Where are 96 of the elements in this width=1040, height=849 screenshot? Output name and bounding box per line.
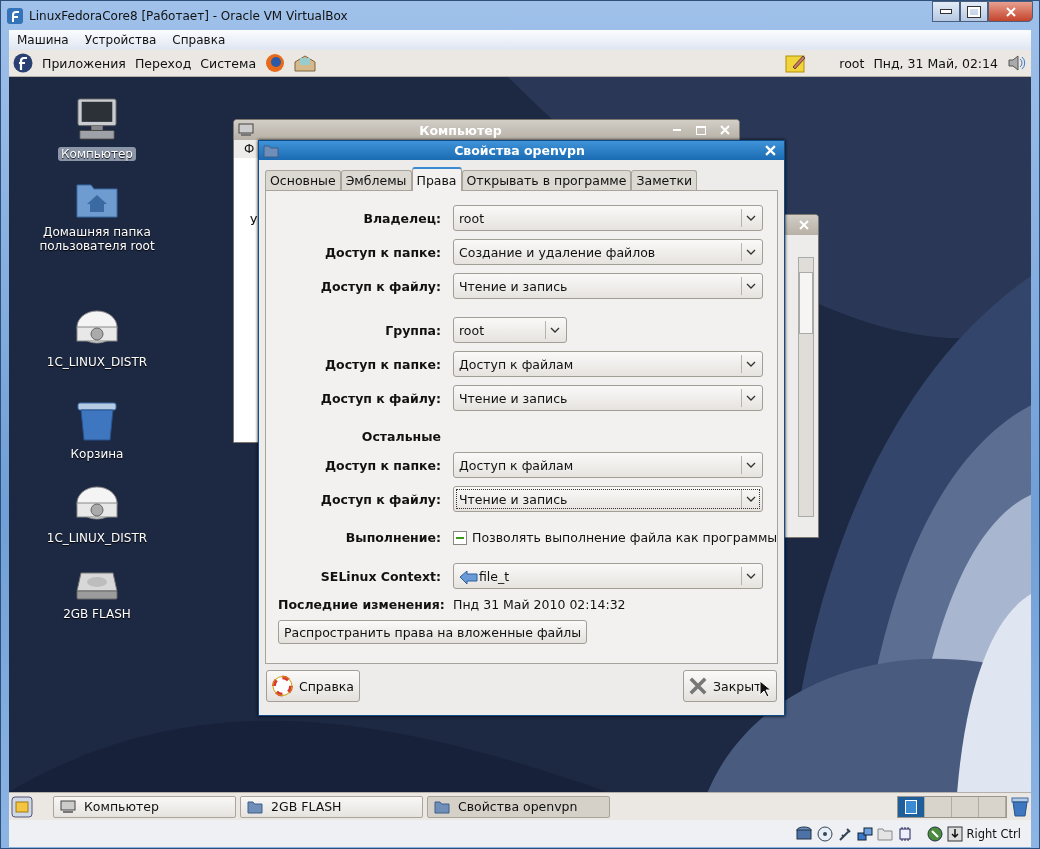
close-button[interactable] (988, 1, 1033, 22)
chip-icon (896, 825, 913, 842)
tab[interactable]: Права (411, 167, 462, 191)
home-folder-icon (75, 181, 119, 219)
tab[interactable]: Открывать в программе (461, 170, 632, 190)
chevron-down-icon (746, 215, 756, 221)
close-icon (720, 125, 730, 135)
dropdown[interactable]: root (453, 317, 567, 343)
network-icon (856, 825, 873, 842)
desktop-icon-label[interactable]: 1C_LINUX_DISTR (43, 355, 151, 369)
panel-menu[interactable]: Система (200, 55, 257, 71)
host-key-icon (946, 825, 963, 842)
menu-item[interactable]: Устройства (84, 33, 157, 47)
minimize-button[interactable] (932, 1, 960, 22)
close-icon (799, 220, 809, 230)
chevron-down-icon (550, 327, 560, 333)
tab[interactable]: Заметки (631, 170, 698, 190)
speaker-icon (1007, 53, 1027, 73)
panel-menu[interactable]: Приложения (42, 55, 126, 71)
folder-icon (247, 798, 263, 815)
field-label: Владелец: (362, 210, 441, 226)
note-icon (785, 52, 808, 74)
folder-icon (263, 142, 279, 159)
checkbox-label[interactable]: Позволять выполнение файла как программы (472, 530, 778, 545)
hard-disk-icon (794, 825, 813, 842)
field-label: Доступ к файлу: (319, 278, 441, 294)
user-name[interactable]: root (839, 55, 865, 71)
chevron-down-icon (746, 395, 756, 401)
desktop-icon-label[interactable]: Корзина (67, 447, 127, 461)
section-heading: Остальные (360, 429, 441, 444)
taskbar-button[interactable]: Свойства openvpn (427, 795, 610, 818)
chevron-down-icon (746, 462, 756, 468)
tab[interactable]: Основные (265, 170, 341, 190)
dropdown[interactable]: Создание и удаление файлов (453, 239, 763, 265)
close-icon (1005, 6, 1016, 17)
dialog-title: Свойства openvpn (453, 143, 586, 158)
disk-drive-icon (75, 569, 119, 601)
dropdown[interactable]: Доступ к файлам (453, 452, 763, 478)
chevron-down-icon (746, 283, 756, 289)
chevron-down-icon (746, 573, 756, 579)
workspace[interactable] (898, 796, 925, 817)
window-title: LinuxFedoraCore8 [Работает] - Oracle VM VirtualBox (29, 8, 348, 23)
taskbar-button[interactable]: Компьютер (53, 795, 236, 818)
close-icon (764, 145, 776, 156)
computer-icon (60, 799, 76, 814)
trash-icon (1011, 796, 1029, 817)
shared-folder-icon (876, 826, 893, 841)
menu-item[interactable]: Справка (172, 33, 226, 47)
chevron-down-icon (746, 361, 756, 367)
dropdown[interactable]: Чтение и запись (453, 385, 763, 411)
field-label: Доступ к файлу: (319, 491, 441, 507)
menu-item[interactable]: Ф (244, 142, 255, 156)
panel-menu[interactable]: Переход (134, 55, 192, 71)
mouse-pointer-icon (759, 680, 771, 698)
modified-date: Пнд 31 Май 2010 02:14:32 (453, 597, 627, 612)
folder-icon (434, 798, 450, 815)
chevron-down-icon (746, 496, 756, 502)
close-button[interactable]: Закрыт (683, 670, 777, 702)
lifebuoy-icon (272, 675, 293, 697)
checkbox[interactable] (453, 530, 467, 545)
field-label: Доступ к файлу: (319, 390, 441, 406)
mail-icon (294, 54, 317, 72)
computer-icon (238, 123, 254, 137)
trash-icon (75, 401, 119, 441)
window-text: У (250, 214, 258, 228)
field-label: Доступ к папке: (324, 457, 441, 473)
dropdown[interactable]: Доступ к файлам (453, 351, 763, 377)
scrollbar[interactable] (798, 257, 814, 517)
window-title: Компьютер (418, 122, 503, 138)
field-label: Выполнение: (344, 530, 441, 545)
desktop-icon-label[interactable]: Домашняя папка пользователя root (29, 225, 165, 253)
show-desktop-icon (11, 795, 33, 818)
clock[interactable]: Пнд, 31 Май, 02:14 (873, 55, 998, 71)
dropdown[interactable]: Чтение и запись (453, 486, 763, 512)
host-key-label: Right Ctrl (966, 826, 1021, 841)
chevron-down-icon (746, 249, 756, 255)
cd-icon (816, 825, 833, 842)
field-label: Доступ к папке: (324, 244, 441, 260)
fedora-logo-icon (13, 53, 33, 73)
dropdown[interactable]: Чтение и запись (453, 273, 763, 299)
menu-item[interactable]: Машина (17, 33, 69, 47)
desktop-icon-label[interactable]: 1C_LINUX_DISTR (43, 531, 151, 545)
apply-recursive-button[interactable]: Распространить права на вложенные файлы (278, 620, 588, 644)
close-icon (689, 677, 707, 695)
globe-icon (265, 53, 286, 73)
field-label: Доступ к папке: (324, 356, 441, 372)
app-icon (7, 7, 23, 24)
maximize-button[interactable] (960, 1, 988, 22)
field-label: SELinux Context: (319, 568, 441, 584)
help-button[interactable]: Справка (266, 670, 360, 702)
dropdown[interactable]: root (453, 205, 763, 231)
taskbar-button[interactable]: 2GB FLASH (240, 795, 423, 818)
field-label: Группа: (384, 322, 441, 338)
tab[interactable]: Эмблемы (340, 170, 412, 190)
dropdown[interactable]: file_t (453, 563, 763, 589)
desktop-icon-label[interactable]: 2GB FLASH (60, 607, 134, 621)
